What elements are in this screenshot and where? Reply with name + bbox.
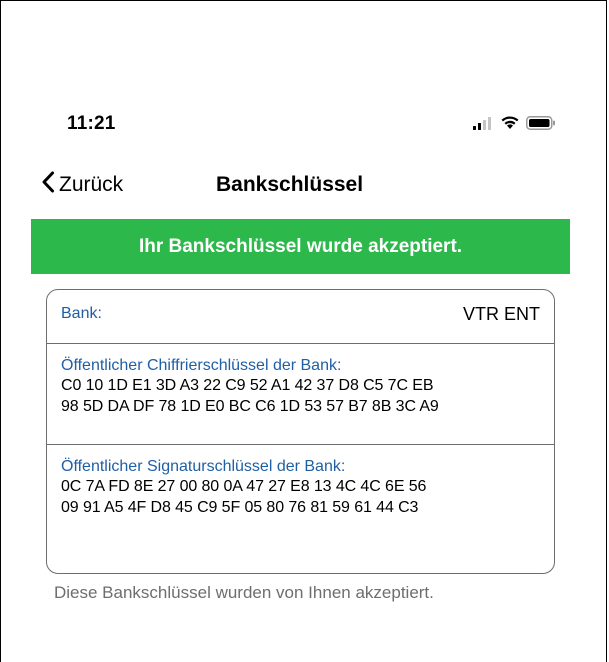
bank-keys-card: Bank: VTR ENT Öffentlicher Chiffrierschl… (46, 289, 555, 574)
chevron-left-icon (41, 171, 55, 199)
signature-key-line: 0C 7A FD 8E 27 00 80 0A 47 27 E8 13 4C 4… (61, 478, 427, 495)
back-label: Zurück (59, 173, 124, 196)
encryption-key-line: 98 5D DA DF 78 1D E0 BC C6 1D 53 57 B7 8… (61, 398, 439, 415)
encryption-key-line: C0 10 1D E1 3D A3 22 C9 52 A1 42 37 D8 C… (61, 377, 434, 394)
encryption-key-label: Öffentlicher Chiffrierschlüssel der Bank… (61, 357, 342, 374)
bank-value: VTR ENT (462, 304, 540, 324)
signature-key-row: Öffentlicher Signaturschlüssel der Bank:… (47, 445, 554, 546)
status-icons (472, 115, 556, 135)
signature-key-line: 09 91 A5 4F D8 45 C9 5F 05 80 76 81 59 6… (61, 499, 419, 516)
status-bar: 11:21 (1, 109, 608, 139)
accepted-note: Diese Bankschlüssel wurden von Ihnen akz… (54, 583, 434, 602)
battery-icon (526, 115, 556, 135)
bank-row: Bank: VTR ENT (47, 290, 554, 344)
page-title: Bankschlüssel (216, 173, 364, 196)
cellular-signal-icon (472, 116, 494, 135)
signature-key-label: Öffentlicher Signaturschlüssel der Bank: (61, 458, 346, 475)
app-screen: 11:21 Zurück Bankschlüssel Ihr Bankschlü… (0, 0, 607, 662)
bank-label: Bank: (61, 305, 102, 322)
navigation-bar: Zurück Bankschlüssel (1, 167, 608, 207)
back-button[interactable]: Zurück (41, 171, 123, 199)
wifi-icon (500, 115, 520, 135)
status-time: 11:21 (67, 113, 116, 134)
success-banner: Ihr Bankschlüssel wurde akzeptiert. (31, 219, 570, 274)
encryption-key-row: Öffentlicher Chiffrierschlüssel der Bank… (47, 344, 554, 445)
